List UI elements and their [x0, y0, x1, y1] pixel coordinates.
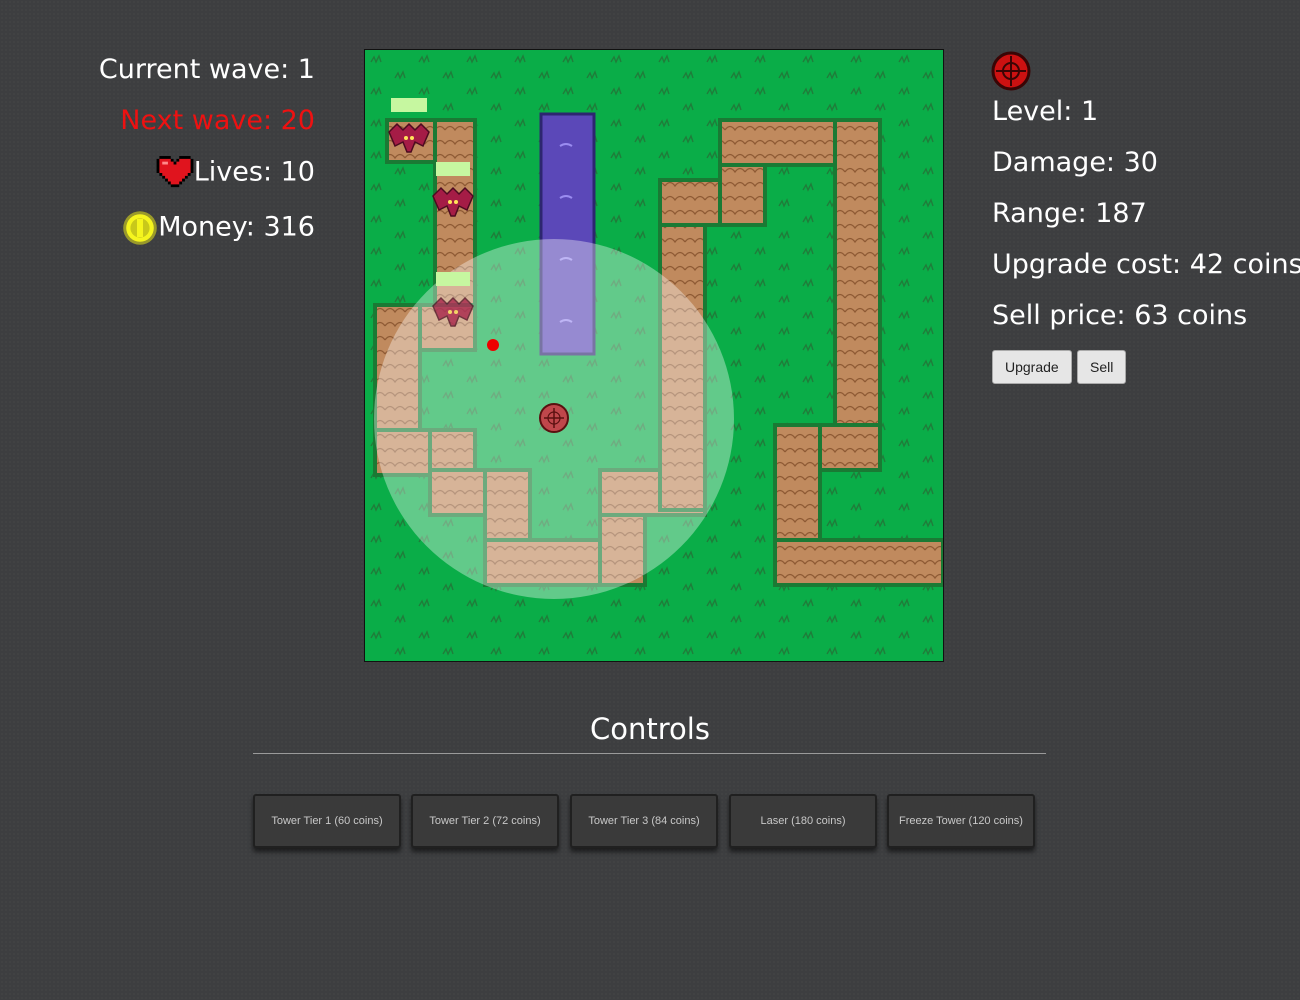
tower-range: Range: 187 — [992, 198, 1147, 229]
coin-icon — [123, 211, 158, 245]
heart-icon — [156, 156, 194, 188]
money-stat: Money: 316 — [122, 210, 315, 246]
laser-tower-button[interactable]: Laser (180 coins) — [729, 794, 877, 848]
lives-label: Lives: 10 — [193, 156, 315, 188]
enemy-health-bar — [436, 272, 470, 286]
game-map[interactable] — [365, 50, 943, 661]
enemy-health-bar — [436, 162, 470, 176]
placed-tower[interactable] — [539, 403, 569, 433]
projectile — [487, 339, 499, 351]
tower-sell-price: Sell price: 63 coins — [992, 300, 1248, 331]
enemy-health-bar — [391, 98, 427, 112]
upgrade-button[interactable]: Upgrade — [992, 350, 1072, 384]
money-label: Money: 316 — [158, 211, 315, 243]
bat-enemy[interactable] — [432, 272, 474, 327]
controls-divider — [253, 753, 1046, 754]
sell-button[interactable]: Sell — [1077, 350, 1127, 384]
next-wave-label: Next wave: 20 — [120, 105, 315, 136]
tower-icon — [991, 51, 1031, 91]
controls-title: Controls — [590, 712, 710, 746]
tower-tier-1-button[interactable]: Tower Tier 1 (60 coins) — [253, 794, 401, 848]
tower-upgrade-cost: Upgrade cost: 42 coins — [992, 249, 1300, 280]
freeze-tower-button[interactable]: Freeze Tower (120 coins) — [887, 794, 1035, 848]
bat-enemy[interactable] — [388, 98, 430, 153]
tower-tier-2-button[interactable]: Tower Tier 2 (72 coins) — [411, 794, 559, 848]
current-wave-label: Current wave: 1 — [98, 54, 315, 85]
tower-damage: Damage: 30 — [992, 147, 1158, 178]
tower-level: Level: 1 — [992, 96, 1099, 127]
bat-enemy[interactable] — [432, 162, 474, 217]
game-board[interactable] — [364, 49, 944, 662]
tower-tier-3-button[interactable]: Tower Tier 3 (84 coins) — [570, 794, 718, 848]
lives-stat: Lives: 10 — [156, 156, 315, 190]
